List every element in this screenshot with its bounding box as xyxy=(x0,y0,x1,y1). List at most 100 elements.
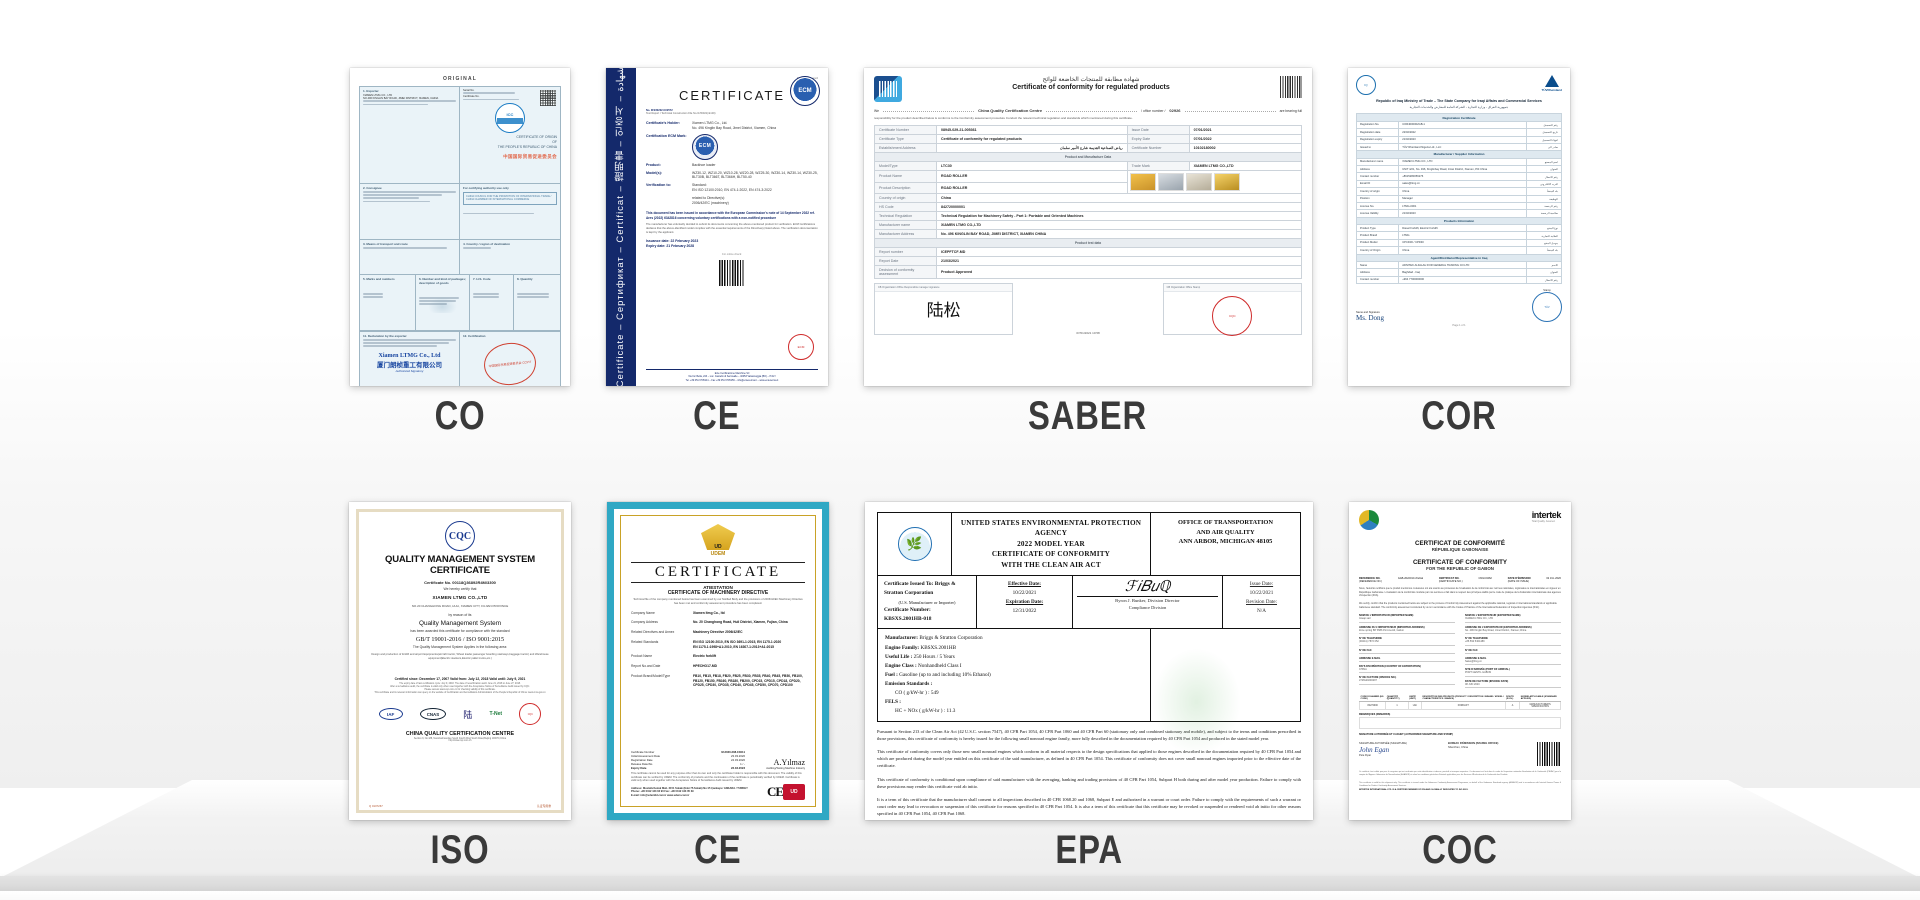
certificate-cell-ce-bottom[interactable]: UD UDEM CERTIFICATE ATIESTATION CERTIFIC… xyxy=(607,502,829,870)
coc-rv1: No. 496 Kinglin Bay Road, Jimei District… xyxy=(1465,628,1527,632)
epa-spec-k1: Engine Family: xyxy=(885,644,920,651)
epa-issue-label: Issue Date: xyxy=(1249,581,1274,588)
certificate-image-iso[interactable]: CQC QUALITY MANAGEMENT SYSTEM CERTIFICAT… xyxy=(349,502,571,820)
product-photo-icon xyxy=(1185,173,1212,192)
saber-declaration-row: We China Quality Certification Centre / … xyxy=(874,108,1302,113)
list-item: NOM DE L'IMPORTATEUR (IMPORTER NAME) Inte… xyxy=(1359,614,1455,623)
certificate-cell-co[interactable]: ORIGINAL 1. Exporter XIAMEN LTMG CO., LT… xyxy=(350,68,570,436)
cor-prodtype-label: Product Type xyxy=(1355,223,1400,233)
cor-section4-title: Agent/Distributor/Representative in Iraq xyxy=(1356,253,1562,262)
list-item: Product Brand/Model/Type FB10, FB15, FB18… xyxy=(631,674,805,688)
intertek-brand-text: intertek xyxy=(1531,510,1562,520)
cor-mfg-addr-ar: العنوان xyxy=(1526,164,1562,174)
qr-code-icon[interactable] xyxy=(719,259,745,286)
coc-remarks-label: REMARQUES (REMARKS) xyxy=(1359,713,1391,717)
qr-code-icon[interactable] xyxy=(1280,76,1302,98)
cor-issued-value: TÜV Rheinland Nigeria Ltd., LLC xyxy=(1398,142,1528,152)
list-item: Report No.and Date HPECHO17-MD xyxy=(631,664,805,669)
certificate-image-epa[interactable]: 🌿 UNITED STATES ENVIRONMENTAL PROTECTION… xyxy=(865,502,1313,820)
list-item: ADRESSE DE L'EXPORTATEUR (EXPORTER ADDRE… xyxy=(1465,626,1561,635)
certificate-cell-iso[interactable]: CQC QUALITY MANAGEMENT SYSTEM CERTIFICAT… xyxy=(349,502,571,870)
udem-v1: No. 20 Changhong Road, Huli District, Xi… xyxy=(693,620,788,625)
coc-rv0: XIAMEN LTMG CO., LTD xyxy=(1465,617,1494,621)
co-box-transport: 3. Means of transport and route xyxy=(360,240,460,275)
coc-signature-area: SIGNATURE AUTORISÉE (SIGNATURE) John Ega… xyxy=(1359,742,1561,767)
saber-hscode-label: HS Code xyxy=(874,202,937,213)
table-row: Country of origin China بلد المنشأ xyxy=(1355,187,1562,196)
certificate-image-ce-udem[interactable]: UD UDEM CERTIFICATE ATIESTATION CERTIFIC… xyxy=(607,502,829,820)
saber-reportnum-label: Report number xyxy=(874,247,937,258)
cor-contact-ar: رقم الاتصال xyxy=(1526,172,1562,181)
ce-verification-key: Verification to: xyxy=(646,183,671,188)
table-row: Country of Origin China بلد المنشأ xyxy=(1355,246,1562,255)
saber-certtype-value: Certificate of conformity for regulated … xyxy=(936,134,1128,145)
epa-dates-block: Effective Date: 10/22/2021 Expiration Da… xyxy=(976,576,1072,629)
qr-code-icon[interactable] xyxy=(1537,742,1561,767)
epa-spec-v2: 250 Hours / 5 Years xyxy=(913,653,955,660)
label-ce-top: CE xyxy=(693,394,741,438)
certificate-cell-saber[interactable]: شهادة مطابقة للمنتجات الخاضعة للوائح Cer… xyxy=(864,68,1312,436)
list-item: Expiry Date 23.03.2023 xyxy=(631,766,745,770)
ecm-logo-icon: ECM xyxy=(790,76,820,106)
udem-fineprint: This certificate cannot be used for any … xyxy=(631,772,802,782)
coc-para-en: We certify, confirm that the products me… xyxy=(1359,602,1557,609)
cor-origin-ar: بلد المنشأ xyxy=(1526,187,1562,196)
coc-exporter-column: NOM DE L'EXPORTATEUR (EXPORTER NAME) XIAM… xyxy=(1465,614,1561,691)
certificate-image-saber[interactable]: شهادة مطابقة للمنتجات الخاضعة للوائح Cer… xyxy=(864,68,1312,386)
tuv-blue-stamp-icon: TÜV xyxy=(1532,292,1562,323)
saber-model-value: LTC30 xyxy=(936,161,1128,172)
table-row: Position Manager الوظيفة xyxy=(1355,194,1562,203)
tnet-text: T-Net xyxy=(489,711,503,718)
coc-rk3: N° DE FAX xyxy=(1465,648,1478,652)
co-box8-title: 8. Quantity xyxy=(517,276,533,281)
table-row: Decision of conformity assessment Produc… xyxy=(874,265,1302,280)
iso-qms-line: Quality Management System xyxy=(418,619,502,627)
certificate-cell-cor[interactable]: IQ TÜVRheinland Republic of Iraq Ministr… xyxy=(1348,68,1570,436)
certificate-cell-epa[interactable]: 🌿 UNITED STATES ENVIRONMENTAL PROTECTION… xyxy=(865,502,1313,870)
certificate-image-coc[interactable]: intertek Total Quality. Assured. CERTIFI… xyxy=(1349,502,1571,820)
saber-estaddr-label: Establishment Address xyxy=(874,143,937,154)
udem-logo-icon: UD xyxy=(701,524,735,550)
table-row: Contact number +964 7700000000 رقم الاتصال xyxy=(1355,275,1562,285)
coc-fineprint-en: This certificate is valid for this shipm… xyxy=(1359,781,1561,787)
cor-prodmodel-value: CPCD30 / CPD30 xyxy=(1398,238,1528,248)
ce-spine-bar: Certificate – Сертификат – Certificat – … xyxy=(606,68,636,386)
certificate-cell-ce-top[interactable]: Certificate – Сертификат – Certificat – … xyxy=(606,68,828,436)
udem-sub3: Technical file of the company mentioned … xyxy=(633,598,803,605)
coc-td-5: MANUFACTURER'S SPECIFICATION xyxy=(1519,701,1561,711)
udem-k4: Product Name xyxy=(631,654,653,659)
table-row: Products Information xyxy=(1356,216,1562,226)
tuv-rheinland-logo-icon: TÜVRheinland xyxy=(1541,75,1562,92)
list-item: N° DE FACTURE (INVOICE NO.) LTMG20200297 xyxy=(1359,676,1455,685)
ce-qr-caption: For online check: xyxy=(722,252,742,256)
saber-prodname-label: Product Name xyxy=(874,170,937,183)
udem-v0: Xiamen ltmg Co., ltd xyxy=(693,610,725,615)
iso-fineprint: The expiry date of last certification cy… xyxy=(374,682,546,695)
saber-band-test: Product test data xyxy=(874,238,1302,249)
ecm-badge-text: ECM xyxy=(698,142,712,149)
certificate-cell-coc[interactable]: intertek Total Quality. Assured. CERTIFI… xyxy=(1349,502,1571,870)
certificate-image-cor[interactable]: IQ TÜVRheinland Republic of Iraq Ministr… xyxy=(1348,68,1570,386)
certificate-image-co[interactable]: ORIGINAL 1. Exporter XIAMEN LTMG CO., LT… xyxy=(350,68,570,386)
coc-rv6: 08 JUN 2020 xyxy=(1465,682,1480,686)
saber-band1-text: Product and Manufacture Data xyxy=(874,152,1302,163)
table-row: Manufacturer / Supplier Information xyxy=(1356,150,1562,159)
udem-footer: Certificate Number M.2020.208.C3011 Initi… xyxy=(631,750,805,800)
coc-title-fr-sub: RÉPUBLIQUE GABONAISE xyxy=(1431,547,1489,552)
table-row: Product Brand LTMG العلامة التجارية xyxy=(1355,231,1562,240)
icc-seal-icon: ICC xyxy=(495,103,525,134)
list-item: ADRESSE E-MAIL Sales@ltmg.cn xyxy=(1465,657,1561,666)
product-photo-icon xyxy=(1129,173,1156,192)
co-box-goods: 5. Marks and numbers 6. Number and kind … xyxy=(360,274,560,331)
saber-header: شهادة مطابقة للمنتجات الخاضعة للوائح Cer… xyxy=(874,76,1302,102)
tnet-logo-icon: T-Net xyxy=(490,711,503,717)
table-row: Product Model CPCD30 / CPD30 موديل المنتج xyxy=(1355,238,1562,248)
coc-lk3: N° DE FAX xyxy=(1359,648,1372,652)
epa-effective-value: 10/22/2021 xyxy=(1012,590,1037,597)
list-item: NOM DE L'EXPORTATEUR (EXPORTER NAME) XIAM… xyxy=(1465,614,1561,623)
co-stamp-text: 中国国际贸易促进委员会 CCPIT xyxy=(488,359,532,369)
certificate-image-ce-ecm[interactable]: Certificate – Сертификат – Certificat – … xyxy=(606,68,828,386)
icc-seal-bar xyxy=(497,118,523,125)
epa-office: OFFICE OF TRANSPORTATION AND AIR QUALITY… xyxy=(1150,513,1300,576)
cor-agent-addr-label: Address xyxy=(1355,268,1400,277)
